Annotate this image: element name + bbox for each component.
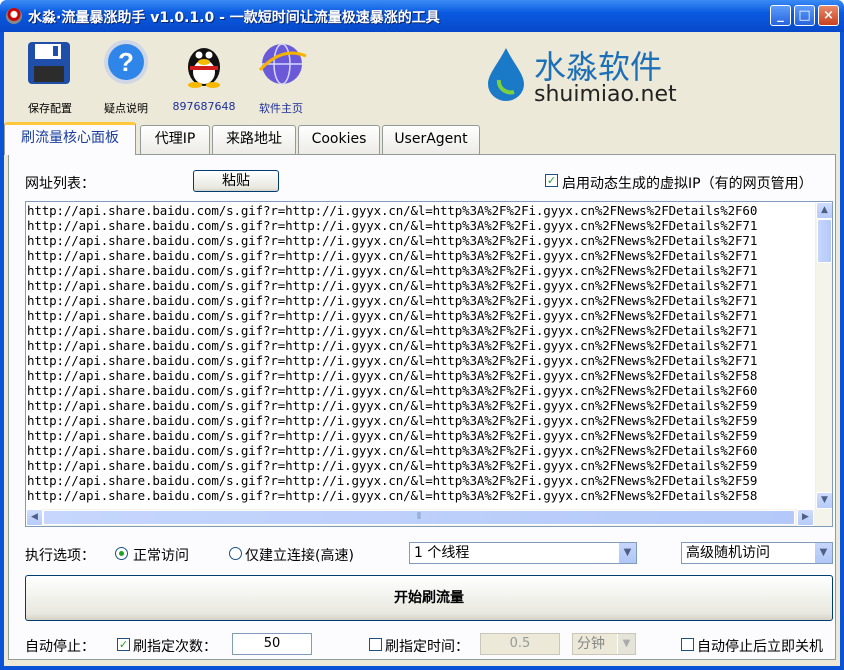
vertical-scroll-thumb[interactable] [817,219,832,263]
url-line: http://api.share.baidu.com/s.gif?r=http:… [27,458,758,473]
title-bar[interactable]: 水淼·流量暴涨助手 v1.0.1.0 - 一款短时间让流量极速暴涨的工具 _ □… [0,0,844,32]
help-button[interactable]: ? 疑点说明 [96,32,156,116]
help-label: 疑点说明 [104,102,148,115]
time-label: 刷指定时间： [385,639,469,655]
visit-mode-value: 高级随机访问 [686,545,770,561]
start-button[interactable]: 开始刷流量 [25,575,833,621]
question-icon: ? [104,40,148,84]
url-line: http://api.share.baidu.com/s.gif?r=http:… [27,443,758,458]
time-checkbox[interactable] [369,638,382,651]
vertical-scrollbar[interactable]: ▲ ▼ [815,202,832,509]
url-line: http://api.share.baidu.com/s.gif?r=http:… [27,338,758,353]
homepage-label: 软件主页 [259,102,303,115]
url-line: http://api.share.baidu.com/s.gif?r=http:… [27,248,758,263]
url-line: http://api.share.baidu.com/s.gif?r=http:… [27,353,758,368]
shutdown-label: 自动停止后立即关机 [697,639,823,655]
threads-select[interactable]: 1 个线程 ▼ [409,542,637,564]
chevron-down-icon: ▼ [814,543,832,563]
url-list-label: 网址列表： [25,176,95,192]
qq-penguin-icon [188,48,220,88]
window-title: 水淼·流量暴涨助手 v1.0.1.0 - 一款短时间让流量极速暴涨的工具 [28,10,440,26]
save-config-label: 保存配置 [28,102,72,115]
virtual-ip-checkbox[interactable]: ✓ [545,174,558,187]
shutdown-checkbox[interactable] [681,638,694,651]
url-line: http://api.share.baidu.com/s.gif?r=http:… [27,368,758,383]
scroll-down-icon[interactable]: ▼ [816,492,832,509]
visit-mode-select[interactable]: 高级随机访问 ▼ [681,542,833,564]
url-line: http://api.share.baidu.com/s.gif?r=http:… [27,383,758,398]
url-line: http://api.share.baidu.com/s.gif?r=http:… [27,428,758,443]
time-unit-select[interactable]: 分钟 ▼ [572,633,636,655]
auto-stop-label: 自动停止： [25,639,95,655]
homepage-button[interactable]: 软件主页 [248,32,314,116]
connect-only-radio[interactable] [229,547,242,560]
water-drop-logo-icon [488,48,524,101]
time-input[interactable]: 0.5 [480,633,560,655]
minimize-button[interactable]: _ [770,5,791,26]
scroll-right-icon[interactable]: ▶ [797,509,814,526]
tab-referer[interactable]: 来路地址 [212,125,296,154]
logo-domain: shuimiao.net [534,82,677,107]
tab-useragent[interactable]: UserAgent [382,125,480,154]
scroll-left-icon[interactable]: ◀ [26,509,43,526]
chevron-down-icon: ▼ [617,634,635,654]
tab-proxy-ip[interactable]: 代理IP [140,125,210,154]
url-line: http://api.share.baidu.com/s.gif?r=http:… [27,218,758,233]
url-line: http://api.share.baidu.com/s.gif?r=http:… [27,293,758,308]
url-list: http://api.share.baidu.com/s.gif?r=http:… [27,203,813,509]
url-line: http://api.share.baidu.com/s.gif?r=http:… [27,473,758,488]
url-line: http://api.share.baidu.com/s.gif?r=http:… [27,278,758,293]
url-line: http://api.share.baidu.com/s.gif?r=http:… [27,488,758,503]
scroll-up-icon[interactable]: ▲ [816,202,832,219]
save-config-button[interactable]: 保存配置 [22,32,78,116]
url-line: http://api.share.baidu.com/s.gif?r=http:… [27,263,758,278]
horizontal-scrollbar[interactable]: ◀ ⦀ ▶ [26,509,832,526]
url-line: http://api.share.baidu.com/s.gif?r=http:… [27,323,758,338]
url-line: http://api.share.baidu.com/s.gif?r=http:… [27,203,758,218]
count-label: 刷指定次数： [133,639,217,655]
exec-options-label: 执行选项： [25,548,95,564]
connect-only-label: 仅建立连接(高速) [245,548,354,564]
normal-visit-label: 正常访问 [133,548,189,564]
count-checkbox[interactable]: ✓ [117,638,130,651]
globe-icon [258,43,307,85]
qq-button[interactable]: 897687648 [172,32,236,116]
url-line: http://api.share.baidu.com/s.gif?r=http:… [27,233,758,248]
normal-visit-radio[interactable] [115,547,128,560]
horizontal-scroll-thumb[interactable]: ⦀ [43,510,795,525]
url-list-textbox[interactable]: http://api.share.baidu.com/s.gif?r=http:… [25,201,833,527]
maximize-button[interactable]: □ [794,5,815,26]
count-input[interactable]: 50 [232,633,312,655]
virtual-ip-label: 启用动态生成的虚拟IP（有的网页管用） [562,176,813,192]
url-line: http://api.share.baidu.com/s.gif?r=http:… [27,398,758,413]
tab-bar: 刷流量核心面板 代理IP 来路地址 Cookies UserAgent [4,122,840,155]
app-window: 水淼·流量暴涨助手 v1.0.1.0 - 一款短时间让流量极速暴涨的工具 _ □… [0,0,844,670]
client-area: 保存配置 ? 疑点说明 897687648 软件主页 水淼软件 shuimiao… [4,32,840,666]
core-panel: 网址列表： 粘贴 ✓ 启用动态生成的虚拟IP（有的网页管用） http://ap… [8,154,836,660]
qq-label: 897687648 [172,100,236,113]
app-icon [6,8,22,24]
chevron-down-icon: ▼ [618,543,636,563]
url-line: http://api.share.baidu.com/s.gif?r=http:… [27,413,758,428]
time-unit-value: 分钟 [577,636,605,652]
floppy-disk-icon [28,42,70,84]
url-line: http://api.share.baidu.com/s.gif?r=http:… [27,308,758,323]
threads-value: 1 个线程 [414,545,470,561]
svg-text:?: ? [118,47,134,77]
tab-cookies[interactable]: Cookies [298,125,380,154]
tab-core-panel[interactable]: 刷流量核心面板 [4,122,136,155]
close-button[interactable]: × [818,5,839,26]
paste-button[interactable]: 粘贴 [193,170,279,192]
